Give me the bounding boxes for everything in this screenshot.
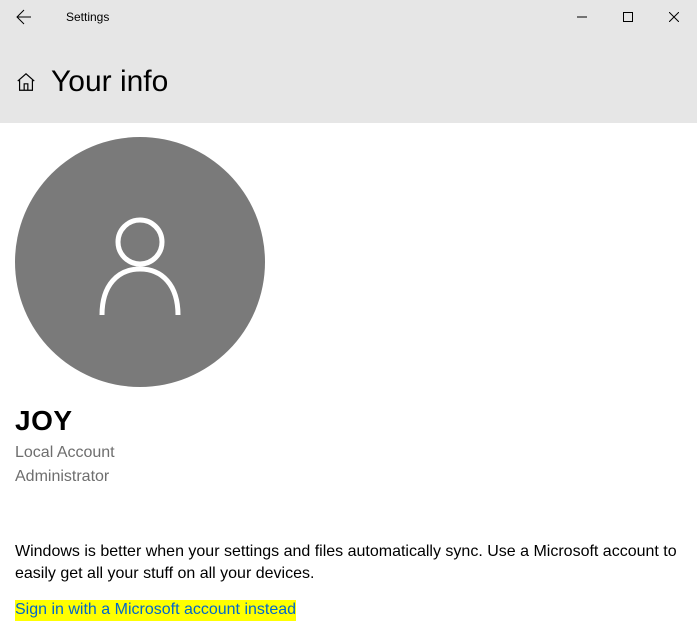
page-title: Your info — [51, 65, 168, 99]
window-title: Settings — [66, 10, 559, 24]
account-role: Administrator — [15, 465, 682, 489]
username: JOY — [15, 405, 682, 437]
home-icon[interactable] — [15, 71, 37, 93]
back-arrow-icon — [16, 9, 32, 25]
minimize-button[interactable] — [559, 0, 605, 33]
back-button[interactable] — [0, 0, 48, 33]
maximize-button[interactable] — [605, 0, 651, 33]
minimize-icon — [577, 12, 587, 22]
window-controls — [559, 0, 697, 33]
sync-description: Windows is better when your settings and… — [15, 541, 680, 584]
close-button[interactable] — [651, 0, 697, 33]
page-header: Your info — [0, 33, 697, 123]
signin-microsoft-link[interactable]: Sign in with a Microsoft account instead — [15, 600, 296, 621]
account-type: Local Account — [15, 441, 682, 465]
maximize-icon — [623, 12, 633, 22]
close-icon — [669, 12, 679, 22]
person-icon — [90, 207, 190, 317]
titlebar: Settings — [0, 0, 697, 33]
avatar — [15, 137, 265, 387]
content-area: JOY Local Account Administrator Windows … — [0, 123, 697, 635]
